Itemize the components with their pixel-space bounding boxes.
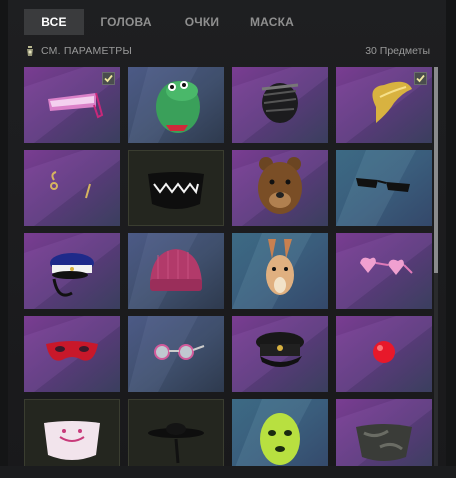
panel-footer: [0, 466, 456, 478]
round-sunglasses-icon: [128, 316, 224, 392]
tab-all[interactable]: ВСЕ: [24, 9, 84, 35]
inventory-item[interactable]: [128, 67, 224, 143]
shark-teeth-face-mask-icon: [128, 150, 224, 226]
filter-label: СМ. ПАРАМЕТРЫ: [41, 45, 132, 57]
camo-face-mask-icon: [336, 399, 432, 467]
inventory-item[interactable]: [232, 399, 328, 467]
cat-face-mask-icon: [24, 399, 120, 467]
inventory-item[interactable]: [24, 150, 120, 226]
item-grid: [24, 67, 432, 467]
tab-glasses[interactable]: ОЧКИ: [168, 9, 236, 35]
red-eye-mask-icon: [24, 316, 120, 392]
police-cap-icon: [24, 233, 120, 309]
filter-icon: [27, 45, 33, 56]
inventory-item[interactable]: [128, 233, 224, 309]
wide-brim-hat-icon: [128, 399, 224, 467]
black-sunglasses-icon: [336, 150, 432, 226]
inventory-item[interactable]: [128, 316, 224, 392]
inventory-item[interactable]: [24, 399, 120, 467]
inventory-item[interactable]: [232, 233, 328, 309]
inventory-item[interactable]: [336, 150, 432, 226]
clown-nose-icon: [336, 316, 432, 392]
dinosaur-head-mask-icon: [128, 67, 224, 143]
equipped-check-icon: [102, 72, 115, 85]
bear-head-mask-icon: [232, 150, 328, 226]
muzzle-mask-icon: [232, 67, 328, 143]
inventory-item[interactable]: [232, 316, 328, 392]
inventory-item[interactable]: [128, 150, 224, 226]
green-balaclava-icon: [232, 399, 328, 467]
beanie-hat-icon: [128, 233, 224, 309]
category-tabs: ВСЕ ГОЛОВА ОЧКИ МАСКА: [24, 9, 308, 35]
inventory-item[interactable]: [336, 316, 432, 392]
scrollbar-thumb[interactable]: [434, 67, 438, 273]
inventory-item[interactable]: [232, 150, 328, 226]
inventory-item[interactable]: [24, 316, 120, 392]
inventory-item[interactable]: [24, 67, 120, 143]
item-count: 30 Предметы: [365, 45, 430, 57]
officer-cap-icon: [232, 316, 328, 392]
inventory-item[interactable]: [336, 233, 432, 309]
filter-button[interactable]: СМ. ПАРАМЕТРЫ: [24, 44, 132, 58]
inventory-item[interactable]: [232, 67, 328, 143]
inventory-item[interactable]: [128, 399, 224, 467]
inventory-item[interactable]: [336, 67, 432, 143]
scrollbar[interactable]: [434, 67, 438, 467]
earrings-icon: [24, 150, 120, 226]
inventory-item[interactable]: [24, 233, 120, 309]
inventory-item[interactable]: [336, 399, 432, 467]
bunny-mask-icon: [232, 233, 328, 309]
tab-head[interactable]: ГОЛОВА: [84, 9, 168, 35]
equipped-check-icon: [414, 72, 427, 85]
tab-mask[interactable]: МАСКА: [236, 9, 308, 35]
heart-glasses-icon: [336, 233, 432, 309]
